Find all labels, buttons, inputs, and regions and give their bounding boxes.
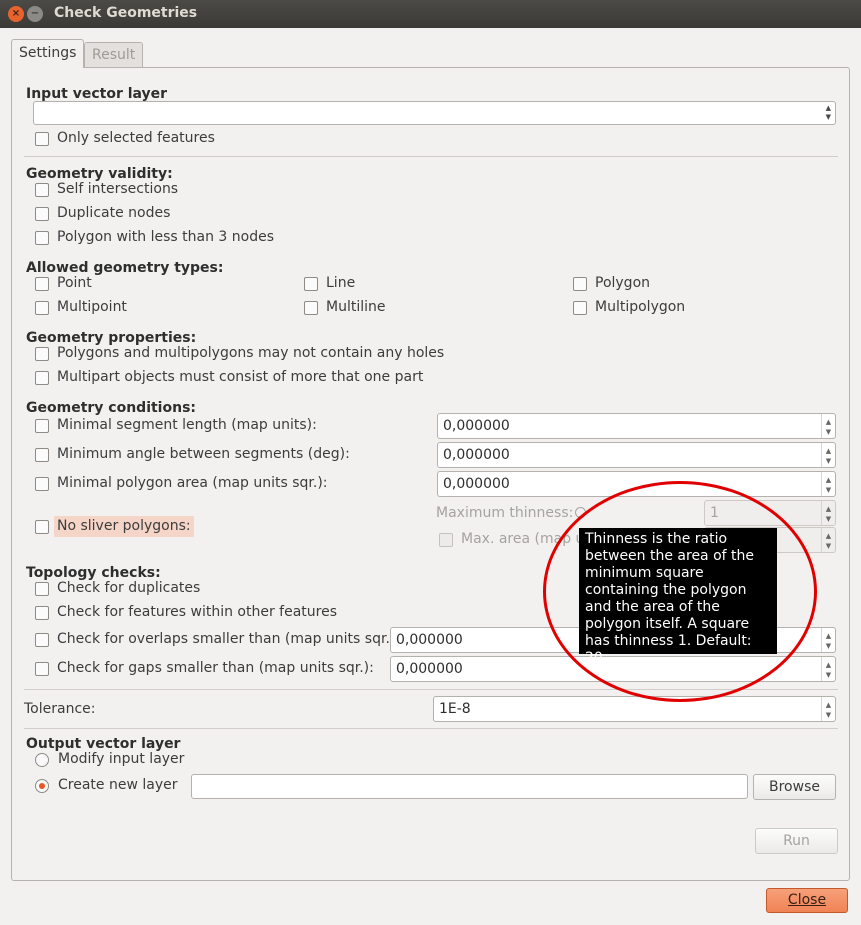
min-area-value: 0,000000 xyxy=(443,476,510,492)
create-new-layer-label: Create new layer xyxy=(58,777,178,793)
modify-input-label: Modify input layer xyxy=(58,751,185,767)
no-sliver-checkbox[interactable] xyxy=(35,520,49,534)
check-gaps-label: Check for gaps smaller than (map units s… xyxy=(57,660,374,676)
types-heading: Allowed geometry types: xyxy=(26,260,224,276)
no-sliver-label: No sliver polygons: xyxy=(54,516,194,537)
output-path-input[interactable] xyxy=(191,774,748,799)
no-holes-checkbox[interactable] xyxy=(35,347,49,361)
check-overlaps-label: Check for overlaps smaller than (map uni… xyxy=(57,631,401,647)
min-area-label: Minimal polygon area (map units sqr.): xyxy=(57,475,328,491)
spin-arrows-icon[interactable]: ▲ ▼ xyxy=(821,628,835,652)
type-multiline-label: Multiline xyxy=(326,299,386,315)
min-area-input[interactable]: 0,000000 ▲ ▼ xyxy=(437,471,836,497)
type-multipolygon-label: Multipolygon xyxy=(595,299,686,315)
polygon-less-3-nodes-label: Polygon with less than 3 nodes xyxy=(57,229,275,245)
create-new-layer-radio[interactable] xyxy=(35,779,49,793)
min-segment-label: Minimal segment length (map units): xyxy=(57,417,317,433)
max-thinness-input[interactable]: 1 ▲ ▼ xyxy=(704,500,836,526)
polygon-less-3-nodes-checkbox[interactable] xyxy=(35,231,49,245)
separator xyxy=(24,156,838,157)
spin-arrows-icon[interactable]: ▲ ▼ xyxy=(821,414,835,438)
window-title: Check Geometries xyxy=(54,5,198,21)
topology-heading: Topology checks: xyxy=(26,565,161,581)
spin-arrows-icon[interactable]: ▲ ▼ xyxy=(821,443,835,467)
max-thinness-row: Maximum thinness: xyxy=(436,505,587,521)
self-intersections-label: Self intersections xyxy=(57,181,179,197)
conditions-heading: Geometry conditions: xyxy=(26,400,196,416)
type-line-checkbox[interactable] xyxy=(304,277,318,291)
no-holes-label: Polygons and multipolygons may not conta… xyxy=(57,345,445,361)
check-duplicates-label: Check for duplicates xyxy=(57,580,201,596)
tolerance-input[interactable]: 1E-8 ▲ ▼ xyxy=(433,696,836,722)
run-button[interactable]: Run xyxy=(755,828,838,854)
spin-arrows-icon[interactable]: ▲ ▼ xyxy=(821,657,835,681)
tolerance-value: 1E-8 xyxy=(439,701,471,717)
minimize-window-icon[interactable]: − xyxy=(27,6,43,22)
gaps-input[interactable]: 0,000000 ▲ ▼ xyxy=(390,656,836,682)
min-angle-input[interactable]: 0,000000 ▲ ▼ xyxy=(437,442,836,468)
min-angle-label: Minimum angle between segments (deg): xyxy=(57,446,350,462)
max-thinness-value: 1 xyxy=(710,505,719,521)
tolerance-label: Tolerance: xyxy=(24,701,96,717)
gaps-value: 0,000000 xyxy=(396,661,463,677)
duplicate-nodes-label: Duplicate nodes xyxy=(57,205,171,221)
max-thinness-label: Maximum thinness: xyxy=(436,505,574,521)
check-gaps-checkbox[interactable] xyxy=(35,662,49,676)
type-polygon-checkbox[interactable] xyxy=(573,277,587,291)
tab-settings[interactable]: Settings xyxy=(11,39,85,68)
spin-arrows-icon[interactable]: ▲ ▼ xyxy=(821,697,835,721)
overlaps-value: 0,000000 xyxy=(396,632,463,648)
min-angle-value: 0,000000 xyxy=(443,447,510,463)
info-icon xyxy=(575,507,587,518)
type-polygon-label: Polygon xyxy=(595,275,651,291)
max-area-checkbox[interactable] xyxy=(439,533,453,547)
min-area-checkbox[interactable] xyxy=(35,477,49,491)
check-overlaps-checkbox[interactable] xyxy=(35,633,49,647)
output-heading: Output vector layer xyxy=(26,736,181,752)
browse-button[interactable]: Browse xyxy=(753,774,836,800)
title-bar: × − Check Geometries xyxy=(0,0,861,28)
spin-arrows-icon[interactable]: ▲ ▼ xyxy=(821,528,835,552)
modify-input-radio[interactable] xyxy=(35,753,49,767)
type-multipolygon-checkbox[interactable] xyxy=(573,301,587,315)
type-multipoint-checkbox[interactable] xyxy=(35,301,49,315)
close-window-icon[interactable]: × xyxy=(8,6,24,22)
check-duplicates-checkbox[interactable] xyxy=(35,582,49,596)
type-multiline-checkbox[interactable] xyxy=(304,301,318,315)
check-within-label: Check for features within other features xyxy=(57,604,338,620)
type-point-label: Point xyxy=(57,275,92,291)
validity-heading: Geometry validity: xyxy=(26,166,173,182)
spin-arrows-icon[interactable]: ▲ ▼ xyxy=(821,501,835,525)
check-within-checkbox[interactable] xyxy=(35,606,49,620)
type-multipoint-label: Multipoint xyxy=(57,299,127,315)
type-point-checkbox[interactable] xyxy=(35,277,49,291)
type-line-label: Line xyxy=(326,275,356,291)
min-segment-input[interactable]: 0,000000 ▲ ▼ xyxy=(437,413,836,439)
close-button[interactable]: Close xyxy=(766,888,848,913)
combo-arrows-icon: ▲ ▼ xyxy=(825,104,831,121)
only-selected-checkbox[interactable] xyxy=(35,132,49,146)
separator xyxy=(24,728,838,729)
min-segment-checkbox[interactable] xyxy=(35,419,49,433)
multipart-label: Multipart objects must consist of more t… xyxy=(57,369,424,385)
separator xyxy=(24,689,838,690)
duplicate-nodes-checkbox[interactable] xyxy=(35,207,49,221)
properties-heading: Geometry properties: xyxy=(26,330,197,346)
only-selected-label: Only selected features xyxy=(57,130,215,146)
min-segment-value: 0,000000 xyxy=(443,418,510,434)
input-layer-heading: Input vector layer xyxy=(26,86,168,102)
input-layer-combo[interactable]: ▲ ▼ xyxy=(33,101,836,125)
thinness-tooltip: Thinness is the ratio between the area o… xyxy=(579,528,777,666)
self-intersections-checkbox[interactable] xyxy=(35,183,49,197)
tab-result[interactable]: Result xyxy=(84,42,144,68)
multipart-checkbox[interactable] xyxy=(35,371,49,385)
min-angle-checkbox[interactable] xyxy=(35,448,49,462)
spin-arrows-icon[interactable]: ▲ ▼ xyxy=(821,472,835,496)
